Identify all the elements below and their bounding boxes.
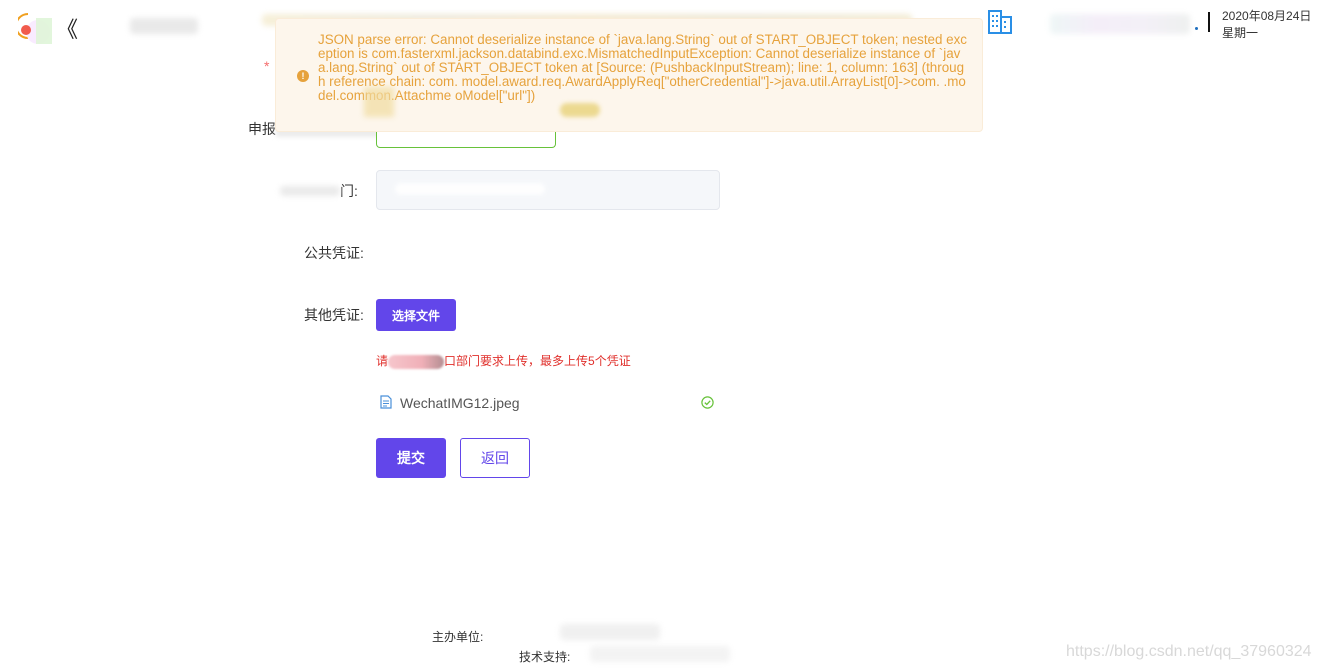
dept-label: 门: — [340, 183, 358, 199]
upload-hint: 请 口部门要求上传，最多上传5个凭证 — [376, 352, 631, 369]
document-icon — [380, 395, 392, 409]
dept-select[interactable] — [376, 170, 720, 210]
watermark: https://blog.csdn.net/qq_37960324 — [1066, 643, 1312, 660]
footer-organizer: 主办单位: — [432, 630, 484, 644]
redacted-organizer — [560, 624, 660, 640]
redacted-hint — [388, 354, 445, 369]
back-icon[interactable]: 《 — [56, 12, 78, 44]
hint-prefix: 请 — [376, 354, 389, 368]
uploaded-file-name[interactable]: WechatIMG12.jpeg — [400, 395, 520, 411]
redacted-toast-1 — [364, 87, 394, 117]
other-credential-label: 其他凭证: — [304, 307, 364, 323]
current-weekday: 星期一 — [1222, 26, 1259, 40]
required-mark: * — [264, 58, 270, 74]
building-icon — [986, 8, 1014, 36]
header-divider — [1208, 12, 1210, 32]
redacted-dept-value — [395, 183, 545, 195]
check-circle-icon — [701, 396, 714, 409]
redacted-support — [590, 646, 730, 662]
redacted-dept-label — [280, 186, 340, 196]
choose-file-button[interactable]: 选择文件 — [376, 299, 456, 331]
redacted-title — [130, 18, 198, 34]
warning-icon: ! — [297, 70, 309, 82]
redacted-toast-2 — [560, 103, 600, 117]
header-dot — [1195, 27, 1198, 30]
toast-message: JSON parse error: Cannot deserialize ins… — [318, 32, 968, 103]
error-toast: ! JSON parse error: Cannot deserialize i… — [275, 18, 983, 132]
amount-label-text: 申报 — [248, 121, 276, 137]
public-credential-label: 公共凭证: — [304, 245, 364, 261]
current-date: 2020年08月24日 — [1222, 9, 1312, 23]
submit-button[interactable]: 提交 — [376, 438, 446, 478]
app-logo — [15, 8, 56, 46]
back-button[interactable]: 返回 — [460, 438, 530, 478]
redacted-user — [1050, 14, 1190, 34]
hint-suffix: 口部门要求上传，最多上传5个凭证 — [444, 354, 631, 368]
footer-support: 技术支持: — [519, 650, 571, 664]
